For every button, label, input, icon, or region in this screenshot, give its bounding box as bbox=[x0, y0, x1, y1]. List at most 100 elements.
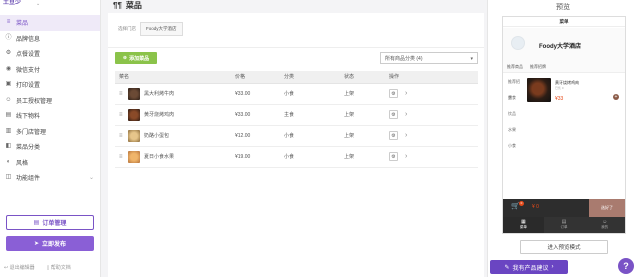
dish-name: 奶酪小蛋包 bbox=[144, 133, 170, 139]
chevron-right-icon[interactable]: › bbox=[405, 132, 407, 139]
dish-category: 主食 bbox=[284, 104, 344, 126]
sidebar-item-components[interactable]: ◫ 功能组件 ⌄ bbox=[0, 170, 100, 186]
phone-dish-item[interactable]: 黄牙烧烤鸡肉 已售 0 ¥33 + bbox=[527, 78, 623, 108]
sidebar-item-brand-info[interactable]: ⓘ 品牌信息 bbox=[0, 31, 100, 47]
add-dish-button[interactable]: ⊕ 添加菜品 bbox=[115, 52, 157, 64]
gear-icon[interactable]: ⚙ bbox=[389, 110, 398, 119]
help-doc-label: 帮助文档 bbox=[50, 265, 71, 271]
sidebar-item-wechat-pay[interactable]: ◉ 微信支付 bbox=[0, 62, 100, 78]
phone-nav-item[interactable]: 推荐商品 bbox=[507, 62, 523, 71]
drag-handle-icon[interactable]: ≡ bbox=[119, 154, 124, 160]
drag-handle-icon[interactable]: ≡ bbox=[119, 112, 124, 118]
store-label: 选择门店 bbox=[118, 26, 136, 31]
checkout-button[interactable]: 选好了 bbox=[589, 199, 625, 217]
phone-tab-orders[interactable]: ▤ 订单 bbox=[544, 217, 585, 233]
sidebar-item-print-settings[interactable]: ▣ 打印设置 bbox=[0, 77, 100, 93]
phone-nav-item[interactable]: 推荐招牌 bbox=[530, 62, 546, 71]
sidebar-item-multi-store[interactable]: ▥ 多门店管理 bbox=[0, 124, 100, 140]
drag-handle-icon[interactable]: ≡ bbox=[119, 133, 124, 139]
phone-dish-price: ¥33 bbox=[555, 96, 564, 102]
exit-editor-link[interactable]: ↩ 退出编辑器 bbox=[4, 264, 35, 271]
store-chip[interactable]: Foody大学酒店 bbox=[140, 22, 183, 36]
phone-dish-sold: 已售 0 bbox=[555, 86, 564, 90]
plus-icon: ⊕ bbox=[122, 55, 128, 61]
settings-icon: ⚙ bbox=[5, 50, 12, 57]
help-doc-link[interactable]: ▯ 帮助文档 bbox=[47, 264, 71, 271]
sidebar-footer: ↩ 退出编辑器 ▯ 帮助文档 bbox=[4, 264, 71, 271]
staff-icon: ☺ bbox=[5, 96, 12, 103]
store-name: Foody大学酒店 bbox=[539, 44, 581, 50]
sidebar-item-label: 多门店管理 bbox=[16, 129, 47, 136]
chevron-right-icon[interactable]: › bbox=[405, 90, 407, 97]
main-content: ¶¶ 菜品 选择门店 Foody大学酒店 ⊕ 添加菜品 所有商品分类 (4) ▾… bbox=[101, 0, 487, 277]
category-filter-select[interactable]: 所有商品分类 (4) ▾ bbox=[380, 52, 478, 64]
dish-name: 黑大利烤牛肉 bbox=[144, 91, 175, 97]
phone-tab-menu[interactable]: ▦ 菜单 bbox=[503, 217, 544, 233]
column-header-status: 状态 bbox=[344, 71, 389, 84]
sidebar-item-dishes[interactable]: ≡ 菜品 bbox=[0, 15, 100, 31]
table-row[interactable]: ≡ 黑大利烤牛肉 ¥33.00 小食 上架 ⚙ › bbox=[115, 83, 478, 105]
sidebar-item-dish-category[interactable]: ◧ 菜品分类 bbox=[0, 139, 100, 155]
chevron-right-icon: › bbox=[551, 264, 554, 270]
table-row[interactable]: ≡ 黄牙烧烤鸡肉 ¥33.00 主食 上架 ⚙ › bbox=[115, 104, 478, 126]
dish-name: 黄牙烧烤鸡肉 bbox=[144, 112, 175, 118]
table-row[interactable]: ≡ 奶酪小蛋包 ¥12.00 小食 上架 ⚙ › bbox=[115, 125, 478, 147]
column-header-name: 菜名 bbox=[115, 71, 235, 84]
sidebar-item-label: 微信支付 bbox=[16, 67, 41, 74]
cart-count-badge: 0 bbox=[519, 201, 524, 206]
dish-thumbnail bbox=[128, 129, 140, 142]
chat-icon: ✎ bbox=[504, 264, 510, 271]
gear-icon[interactable]: ⚙ bbox=[389, 131, 398, 140]
chevron-down-icon[interactable]: ⌄ bbox=[36, 1, 40, 7]
phone-tab-me[interactable]: ☺ 我的 bbox=[584, 217, 625, 233]
gear-icon[interactable]: ⚙ bbox=[389, 152, 398, 161]
sidebar-item-order-settings[interactable]: ⚙ 点餐设置 bbox=[0, 46, 100, 62]
dish-category: 小食 bbox=[284, 83, 344, 105]
phone-header: 菜单 bbox=[503, 17, 625, 27]
chevron-right-icon[interactable]: › bbox=[405, 153, 407, 160]
publish-button[interactable]: ➤ 立即发布 bbox=[6, 236, 94, 251]
phone-category-item[interactable]: 推荐招牌 bbox=[503, 74, 523, 100]
phone-tab-label: 订单 bbox=[560, 225, 568, 229]
help-button[interactable]: ? bbox=[618, 258, 634, 274]
dish-status: 上架 bbox=[344, 104, 389, 126]
dish-status: 上架 bbox=[344, 146, 389, 168]
sidebar-item-staff[interactable]: ☺ 员工授权管理 bbox=[0, 93, 100, 109]
components-icon: ◫ bbox=[5, 174, 12, 181]
exit-editor-label: 退出编辑器 bbox=[9, 265, 35, 271]
phone-nav: 推荐商品 推荐招牌 bbox=[503, 62, 625, 71]
dish-thumbnail bbox=[128, 150, 140, 163]
phone-category-item[interactable]: 水果 bbox=[503, 122, 523, 138]
drag-handle-icon[interactable]: ≡ bbox=[119, 91, 124, 97]
phone-tab-label: 菜单 bbox=[519, 225, 527, 229]
table-row[interactable]: ≡ 夏日小食水果 ¥19.00 小食 上架 ⚙ › bbox=[115, 146, 478, 168]
chevron-right-icon[interactable]: › bbox=[405, 111, 407, 118]
style-icon: ◐ bbox=[6, 158, 11, 165]
chevron-down-icon: ⌄ bbox=[88, 175, 94, 182]
order-management-label: 订单管理 bbox=[42, 221, 67, 227]
table-header-row: 菜名 价格 分类 状态 操作 bbox=[115, 71, 478, 84]
phone-category-item[interactable]: 主食 bbox=[503, 90, 523, 106]
phone-category-item[interactable]: 小食 bbox=[503, 138, 523, 154]
feedback-button[interactable]: ✎ 我有产品建议 › bbox=[490, 260, 568, 274]
order-management-button[interactable]: ▤ 订单管理 bbox=[6, 215, 94, 230]
chevron-down-icon: ▾ bbox=[470, 56, 473, 62]
app-logo[interactable]: 土豆少 bbox=[3, 0, 21, 9]
preview-mode-button[interactable]: 进入预览模式 bbox=[520, 240, 608, 254]
publish-label: 立即发布 bbox=[42, 242, 67, 248]
dish-price: ¥19.00 bbox=[235, 146, 284, 168]
feedback-label: 我有产品建议 bbox=[512, 265, 549, 272]
dish-price: ¥33.00 bbox=[235, 104, 284, 126]
phone-category-item[interactable]: 饮品 bbox=[503, 106, 523, 122]
info-icon: ⓘ bbox=[5, 34, 12, 41]
phone-dish-image bbox=[527, 78, 551, 102]
page-title: ¶¶ 菜品 bbox=[113, 0, 142, 11]
sidebar-item-label: 员工授权管理 bbox=[16, 98, 53, 105]
sidebar-item-style[interactable]: ◐ 风格 bbox=[0, 155, 100, 171]
add-to-cart-icon[interactable]: + bbox=[613, 94, 619, 100]
sidebar-menu: ≡ 菜品 ⓘ 品牌信息 ⚙ 点餐设置 ◉ 微信支付 ▣ 打印设置 ☺ 员工授权管… bbox=[0, 15, 100, 186]
gear-icon[interactable]: ⚙ bbox=[389, 89, 398, 98]
sidebar-item-offline-material[interactable]: ▤ 线下物料 bbox=[0, 108, 100, 124]
wechat-pay-icon: ◉ bbox=[5, 65, 12, 72]
sidebar-item-label: 菜品分类 bbox=[16, 145, 41, 152]
